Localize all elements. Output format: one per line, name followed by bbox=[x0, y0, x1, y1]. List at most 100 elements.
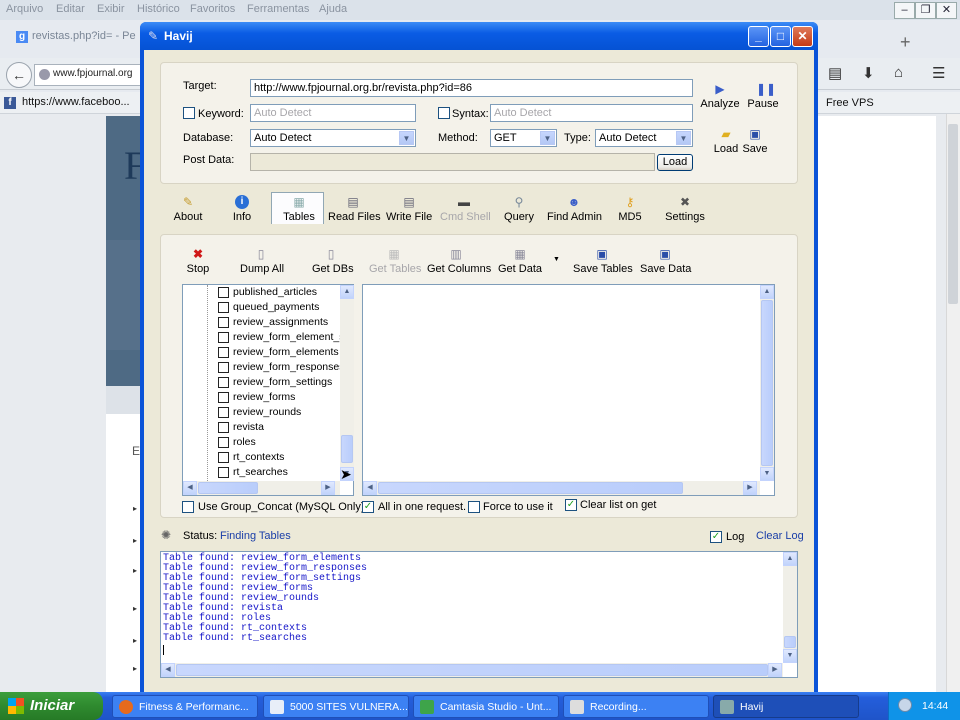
load-postdata-button[interactable]: Load bbox=[657, 154, 693, 171]
columns-list[interactable]: ▲ ▼ ◀ ▶ bbox=[362, 284, 775, 496]
keyword-input[interactable]: Auto Detect bbox=[250, 104, 416, 122]
database-select[interactable]: Auto Detect ▼ bbox=[250, 129, 416, 147]
tree-checkbox[interactable] bbox=[218, 332, 229, 343]
method-select[interactable]: GET ▼ bbox=[490, 129, 557, 147]
tree-hscroll-thumb[interactable] bbox=[198, 482, 258, 494]
browser-close-button[interactable]: ✕ bbox=[936, 2, 957, 19]
get-data-button[interactable]: ▦ Get Data bbox=[498, 247, 542, 275]
load-button[interactable]: ▰ Load bbox=[712, 127, 740, 155]
save-button[interactable]: ▣ Save bbox=[742, 127, 768, 155]
tab-about[interactable]: ✎ About bbox=[171, 195, 205, 223]
back-button[interactable]: ← bbox=[6, 62, 32, 88]
menu-arquivo[interactable]: Arquivo bbox=[6, 3, 43, 15]
havij-maximize-button[interactable]: □ bbox=[770, 26, 791, 47]
tree-checkbox[interactable] bbox=[218, 392, 229, 403]
havij-titlebar[interactable] bbox=[140, 22, 818, 50]
group-concat-checkbox[interactable] bbox=[182, 501, 194, 513]
tree-checkbox[interactable] bbox=[218, 437, 229, 448]
scroll-left-icon[interactable]: ◀ bbox=[183, 481, 197, 495]
menu-ferramentas[interactable]: Ferramentas bbox=[247, 3, 309, 15]
type-select[interactable]: Auto Detect ▼ bbox=[595, 129, 693, 147]
clear-list-checkbox[interactable]: ✓ bbox=[565, 499, 577, 511]
get-data-dropdown-icon[interactable]: ▼ bbox=[553, 256, 560, 263]
keyword-checkbox[interactable] bbox=[183, 107, 195, 119]
tab-read-files[interactable]: ▤ Read Files bbox=[328, 195, 381, 223]
target-input[interactable]: http://www.fpjournal.org.br/revista.php?… bbox=[250, 79, 693, 97]
tree-checkbox[interactable] bbox=[218, 377, 229, 388]
taskbar-item-recording[interactable]: Recording... bbox=[563, 695, 709, 718]
log-vscroll-thumb[interactable] bbox=[784, 636, 796, 648]
tree-checkbox[interactable] bbox=[218, 362, 229, 373]
scroll-down-icon[interactable]: ▼ bbox=[760, 467, 774, 481]
scroll-down-icon[interactable]: ▼ bbox=[783, 649, 797, 663]
tree-checkbox[interactable] bbox=[218, 287, 229, 298]
scroll-up-icon[interactable]: ▲ bbox=[760, 285, 774, 299]
havij-close-button[interactable]: ✕ bbox=[792, 26, 813, 47]
scroll-up-icon[interactable]: ▲ bbox=[783, 552, 797, 566]
menu-exibir[interactable]: Exibir bbox=[97, 3, 125, 15]
tab-find-admin[interactable]: ☻ Find Admin bbox=[547, 195, 602, 223]
tab-tables[interactable]: ▦ Tables bbox=[281, 195, 317, 223]
clear-log-link[interactable]: Clear Log bbox=[756, 530, 804, 542]
scroll-left-icon[interactable]: ◀ bbox=[363, 481, 377, 495]
analyze-button[interactable]: ▶ Analyze bbox=[700, 82, 740, 110]
menu-ajuda[interactable]: Ajuda bbox=[319, 3, 347, 15]
menu-historico[interactable]: Histórico bbox=[137, 3, 180, 15]
tree-checkbox[interactable] bbox=[218, 407, 229, 418]
download-icon[interactable]: ⬇ bbox=[862, 64, 875, 82]
tab-write-file[interactable]: ▤ Write File bbox=[386, 195, 432, 223]
browser-minimize-button[interactable]: ‒ bbox=[894, 2, 915, 19]
address-bar[interactable]: www.fpjournal.org bbox=[34, 64, 146, 86]
scroll-right-icon[interactable]: ▶ bbox=[768, 663, 782, 677]
new-tab-icon[interactable]: + bbox=[900, 32, 911, 53]
taskbar-item-document[interactable]: 5000 SITES VULNERA... bbox=[263, 695, 409, 718]
browser-scroll-thumb[interactable] bbox=[948, 124, 958, 304]
all-in-one-checkbox[interactable]: ✓ bbox=[362, 501, 374, 513]
syntax-input[interactable]: Auto Detect bbox=[490, 104, 693, 122]
havij-minimize-button[interactable]: _ bbox=[748, 26, 769, 47]
scroll-left-icon[interactable]: ◀ bbox=[161, 663, 175, 677]
stop-button[interactable]: ✖ Stop bbox=[184, 247, 212, 275]
log-checkbox[interactable]: ✓ bbox=[710, 531, 722, 543]
tree-checkbox[interactable] bbox=[218, 317, 229, 328]
columns-vscroll-thumb[interactable] bbox=[761, 300, 773, 466]
menu-icon[interactable]: ☰ bbox=[932, 64, 945, 82]
tree-checkbox[interactable] bbox=[218, 347, 229, 358]
get-columns-button[interactable]: ▥ Get Columns bbox=[427, 247, 491, 275]
scroll-right-icon[interactable]: ▶ bbox=[743, 481, 757, 495]
tab-cmd-shell[interactable]: ▬ Cmd Shell bbox=[440, 195, 491, 223]
bookmark-free-vps[interactable]: Free VPS bbox=[826, 97, 874, 109]
menu-editar[interactable]: Editar bbox=[56, 3, 85, 15]
tree-checkbox[interactable] bbox=[218, 467, 229, 478]
force-checkbox[interactable] bbox=[468, 501, 480, 513]
pause-button[interactable]: ❚❚ Pause bbox=[746, 82, 780, 110]
tree-checkbox[interactable] bbox=[218, 302, 229, 313]
log-textarea[interactable]: Table found: review_form_elements Table … bbox=[160, 551, 798, 678]
tray-icon[interactable] bbox=[898, 698, 912, 712]
save-data-button[interactable]: ▣ Save Data bbox=[640, 247, 691, 275]
scroll-right-icon[interactable]: ▶ bbox=[321, 481, 335, 495]
tab-info[interactable]: i Info bbox=[228, 195, 256, 223]
taskbar-item-firefox[interactable]: Fitness & Performanc... bbox=[112, 695, 258, 718]
reading-list-icon[interactable]: ▤ bbox=[828, 64, 842, 82]
taskbar-item-camtasia[interactable]: Camtasia Studio - Unt... bbox=[413, 695, 559, 718]
tab-query[interactable]: ⚲ Query bbox=[502, 195, 536, 223]
bookmark-facebook[interactable]: f https://www.faceboo... bbox=[4, 96, 130, 109]
tab-settings[interactable]: ✖ Settings bbox=[665, 195, 705, 223]
tree-vscroll-thumb[interactable] bbox=[341, 435, 353, 463]
get-tables-button[interactable]: ▦ Get Tables bbox=[369, 247, 421, 275]
save-tables-button[interactable]: ▣ Save Tables bbox=[573, 247, 633, 275]
tree-checkbox[interactable] bbox=[218, 422, 229, 433]
tab-md5[interactable]: ⚷ MD5 bbox=[616, 195, 644, 223]
columns-hscroll-thumb[interactable] bbox=[378, 482, 683, 494]
start-button[interactable]: Iniciar bbox=[0, 692, 103, 720]
browser-restore-button[interactable]: ❐ bbox=[915, 2, 936, 19]
menu-favoritos[interactable]: Favoritos bbox=[190, 3, 235, 15]
dump-all-button[interactable]: ▯ Dump All bbox=[240, 247, 284, 275]
get-dbs-button[interactable]: ▯ Get DBs bbox=[312, 247, 354, 275]
tables-tree[interactable]: published_articles queued_payments revie… bbox=[182, 284, 354, 496]
tree-checkbox[interactable] bbox=[218, 452, 229, 463]
syntax-checkbox[interactable] bbox=[438, 107, 450, 119]
taskbar-item-havij[interactable]: Havij bbox=[713, 695, 859, 718]
log-hscroll-thumb[interactable] bbox=[176, 664, 768, 676]
